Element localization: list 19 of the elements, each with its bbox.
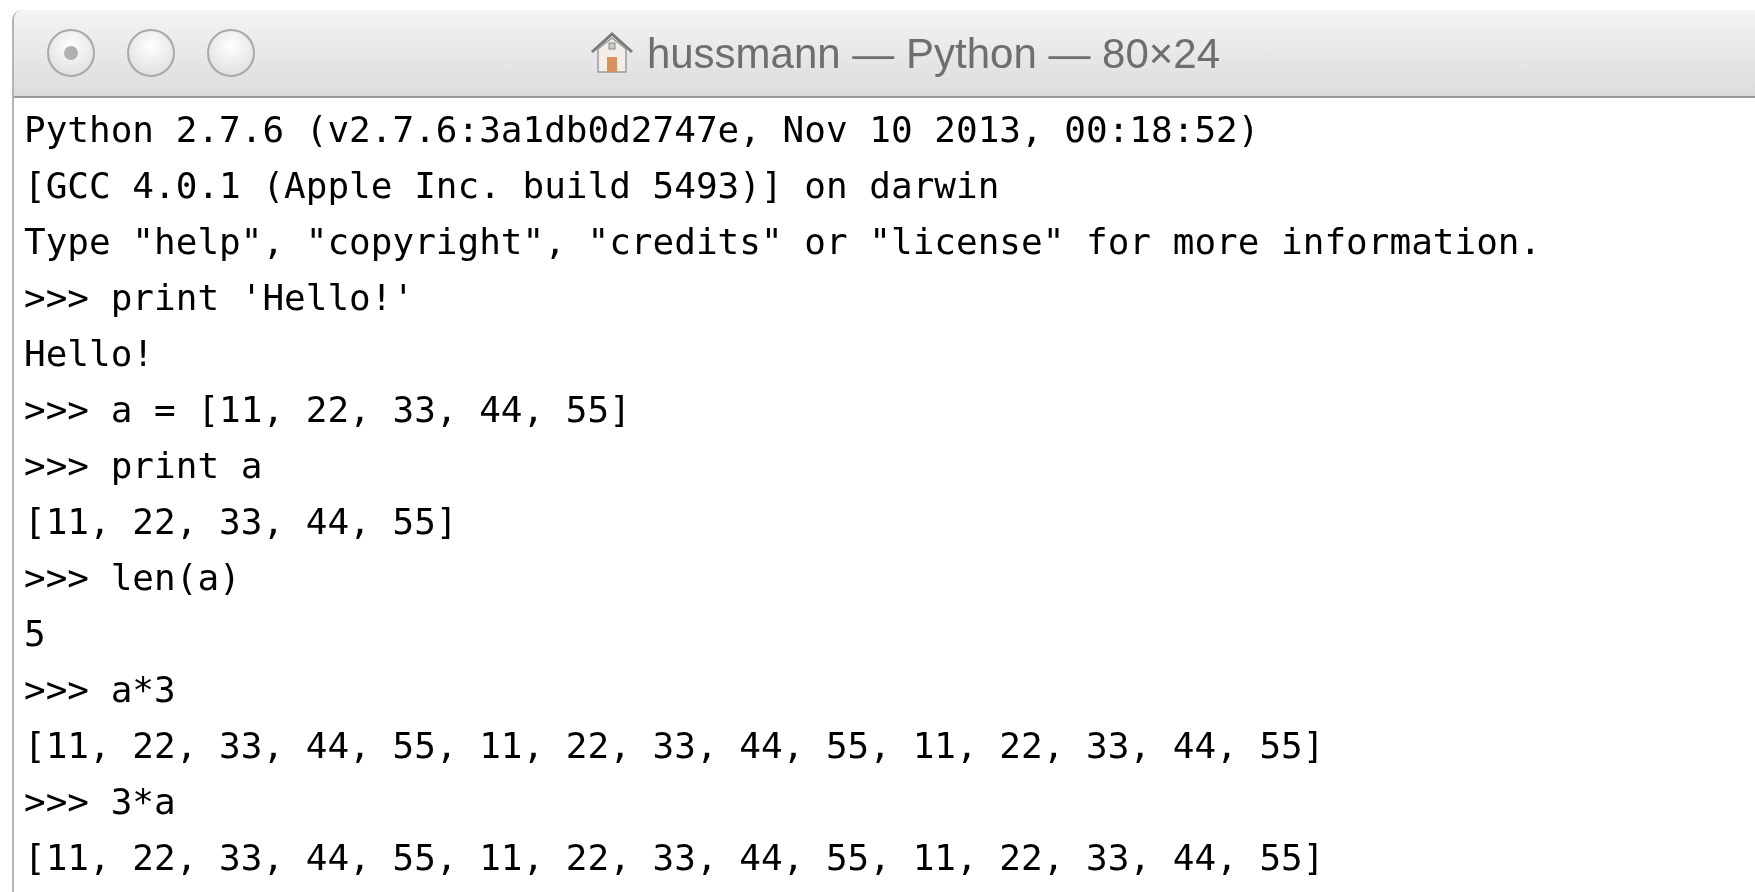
close-button-icon[interactable] (46, 28, 96, 78)
terminal-line: >>> print 'Hello!' (24, 276, 416, 320)
window-button-icon[interactable] (206, 28, 256, 78)
terminal-line: Python 2.7.6 (v2.7.6:3a1db0d2747e, Nov 10 2013, 00:18:52) (24, 108, 1261, 152)
window-title: hussmann — Python — 80×24 (646, 28, 1221, 79)
terminal-line: Hello! (24, 332, 156, 376)
terminal-line: [11, 22, 33, 44, 55, 11, 22, 33, 44, 55, 11, 22, 33, 44, 55] (24, 836, 1326, 880)
terminal-line: >>> a*3 (24, 668, 177, 712)
terminal-line: 5 (24, 612, 47, 656)
terminal-line: [11, 22, 33, 44, 55, 11, 22, 33, 44, 55, 11, 22, 33, 44, 55] (24, 724, 1326, 768)
terminal-line: >>> a = [11, 22, 33, 44, 55] (24, 388, 632, 432)
house-icon (588, 30, 635, 76)
terminal-line: [11, 22, 33, 44, 55] (24, 500, 459, 544)
terminal-line: >>> 3*a (24, 780, 177, 824)
terminal-line: >>> len(a) (24, 556, 242, 600)
terminal-line: [GCC 4.0.1 (Apple Inc. build 5493)] on darwin (24, 164, 1001, 208)
window-button-icon[interactable] (126, 28, 176, 78)
terminal-line: >>> print a (24, 444, 264, 488)
terminal-line: Type "help", "copyright", "credits" or "license" for more information. (24, 220, 1543, 264)
